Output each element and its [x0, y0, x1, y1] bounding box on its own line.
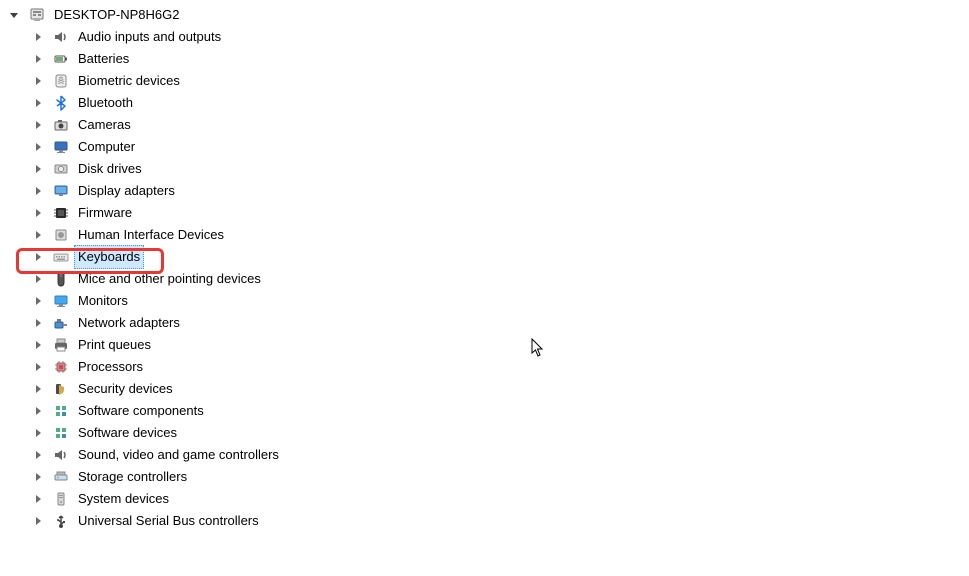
- category-label[interactable]: Software devices: [74, 421, 181, 445]
- category-usb[interactable]: Universal Serial Bus controllers: [8, 510, 969, 532]
- cpu-icon: [52, 358, 70, 376]
- chevron-right-icon[interactable]: [32, 229, 44, 241]
- category-label[interactable]: Software components: [74, 399, 208, 423]
- chevron-right-icon[interactable]: [32, 295, 44, 307]
- category-computer[interactable]: Computer: [8, 136, 969, 158]
- chip-dark-icon: [52, 204, 70, 222]
- category-processors[interactable]: Processors: [8, 356, 969, 378]
- category-batteries[interactable]: Batteries: [8, 48, 969, 70]
- category-mice[interactable]: Mice and other pointing devices: [8, 268, 969, 290]
- hid-icon: [52, 226, 70, 244]
- component-icon: [52, 402, 70, 420]
- chevron-right-icon[interactable]: [32, 317, 44, 329]
- root-label[interactable]: DESKTOP-NP8H6G2: [50, 3, 183, 27]
- category-label[interactable]: Print queues: [74, 333, 155, 357]
- category-system[interactable]: System devices: [8, 488, 969, 510]
- category-label[interactable]: Human Interface Devices: [74, 223, 228, 247]
- chevron-right-icon[interactable]: [32, 383, 44, 395]
- chevron-right-icon[interactable]: [32, 493, 44, 505]
- category-monitors[interactable]: Monitors: [8, 290, 969, 312]
- chevron-right-icon[interactable]: [32, 405, 44, 417]
- network-icon: [52, 314, 70, 332]
- chevron-right-icon[interactable]: [32, 119, 44, 131]
- monitor-icon: [52, 138, 70, 156]
- hdd-icon: [52, 160, 70, 178]
- category-label[interactable]: Security devices: [74, 377, 177, 401]
- category-label[interactable]: System devices: [74, 487, 173, 511]
- bluetooth-icon: [52, 94, 70, 112]
- category-security[interactable]: Security devices: [8, 378, 969, 400]
- category-label[interactable]: Batteries: [74, 47, 133, 71]
- category-audio[interactable]: Audio inputs and outputs: [8, 26, 969, 48]
- chevron-right-icon[interactable]: [32, 339, 44, 351]
- chevron-right-icon[interactable]: [32, 163, 44, 175]
- chevron-down-icon[interactable]: [8, 9, 20, 21]
- category-cameras[interactable]: Cameras: [8, 114, 969, 136]
- display-icon: [52, 182, 70, 200]
- usb-icon: [52, 512, 70, 530]
- category-label[interactable]: Sound, video and game controllers: [74, 443, 283, 467]
- category-sound[interactable]: Sound, video and game controllers: [8, 444, 969, 466]
- category-biometric[interactable]: Biometric devices: [8, 70, 969, 92]
- category-label[interactable]: Network adapters: [74, 311, 184, 335]
- chevron-right-icon[interactable]: [32, 449, 44, 461]
- category-label[interactable]: Firmware: [74, 201, 136, 225]
- tower-icon: [52, 490, 70, 508]
- category-label[interactable]: Mice and other pointing devices: [74, 267, 265, 291]
- chevron-right-icon[interactable]: [32, 515, 44, 527]
- category-label[interactable]: Processors: [74, 355, 147, 379]
- battery-icon: [52, 50, 70, 68]
- category-storage[interactable]: Storage controllers: [8, 466, 969, 488]
- category-bluetooth[interactable]: Bluetooth: [8, 92, 969, 114]
- chevron-right-icon[interactable]: [32, 53, 44, 65]
- category-label[interactable]: Bluetooth: [74, 91, 137, 115]
- category-label[interactable]: Universal Serial Bus controllers: [74, 509, 263, 533]
- chevron-right-icon[interactable]: [32, 207, 44, 219]
- category-softcomp[interactable]: Software components: [8, 400, 969, 422]
- category-keyboards[interactable]: Keyboards: [8, 246, 969, 268]
- category-label[interactable]: Storage controllers: [74, 465, 191, 489]
- category-label[interactable]: Biometric devices: [74, 69, 184, 93]
- category-label[interactable]: Keyboards: [74, 245, 144, 269]
- chevron-right-icon[interactable]: [32, 31, 44, 43]
- category-label[interactable]: Display adapters: [74, 179, 179, 203]
- category-diskdrives[interactable]: Disk drives: [8, 158, 969, 180]
- fingerprint-icon: [52, 72, 70, 90]
- mouse-icon: [52, 270, 70, 288]
- chevron-right-icon[interactable]: [32, 141, 44, 153]
- component-icon: [52, 424, 70, 442]
- printer-icon: [52, 336, 70, 354]
- chevron-right-icon[interactable]: [32, 251, 44, 263]
- computer-root-icon: [28, 6, 46, 24]
- speaker-icon: [52, 28, 70, 46]
- storage-icon: [52, 468, 70, 486]
- tree-root-row[interactable]: DESKTOP-NP8H6G2: [8, 4, 969, 26]
- chevron-right-icon[interactable]: [32, 75, 44, 87]
- chevron-right-icon[interactable]: [32, 471, 44, 483]
- device-tree: DESKTOP-NP8H6G2 Audio inputs and outputs…: [0, 0, 969, 532]
- speaker-icon: [52, 446, 70, 464]
- chevron-right-icon[interactable]: [32, 427, 44, 439]
- chevron-right-icon[interactable]: [32, 361, 44, 373]
- category-label[interactable]: Monitors: [74, 289, 132, 313]
- chevron-right-icon[interactable]: [32, 97, 44, 109]
- camera-icon: [52, 116, 70, 134]
- chevron-right-icon[interactable]: [32, 185, 44, 197]
- category-label[interactable]: Cameras: [74, 113, 135, 137]
- monitor-blue-icon: [52, 292, 70, 310]
- category-label[interactable]: Audio inputs and outputs: [74, 25, 225, 49]
- category-label[interactable]: Disk drives: [74, 157, 146, 181]
- category-display[interactable]: Display adapters: [8, 180, 969, 202]
- category-softdev[interactable]: Software devices: [8, 422, 969, 444]
- shield-icon: [52, 380, 70, 398]
- category-network[interactable]: Network adapters: [8, 312, 969, 334]
- category-firmware[interactable]: Firmware: [8, 202, 969, 224]
- keyboard-icon: [52, 248, 70, 266]
- category-hid[interactable]: Human Interface Devices: [8, 224, 969, 246]
- category-printq[interactable]: Print queues: [8, 334, 969, 356]
- chevron-right-icon[interactable]: [32, 273, 44, 285]
- category-label[interactable]: Computer: [74, 135, 139, 159]
- category-list: Audio inputs and outputsBatteriesBiometr…: [8, 26, 969, 532]
